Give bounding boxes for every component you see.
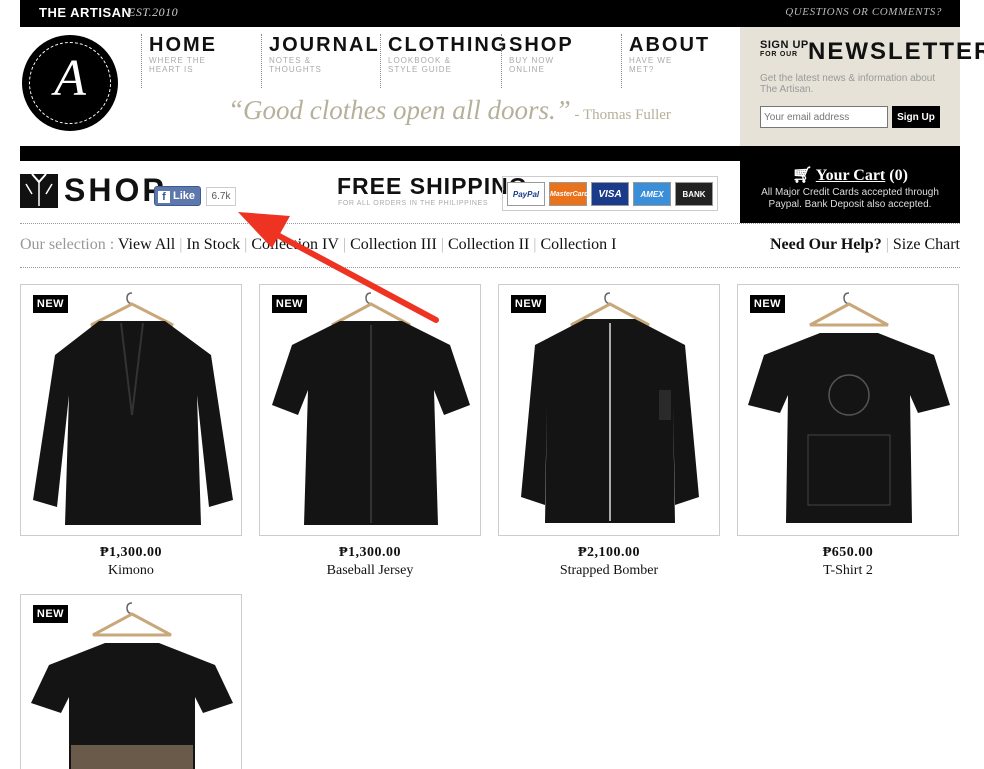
annotation-arrow-icon <box>238 212 439 323</box>
